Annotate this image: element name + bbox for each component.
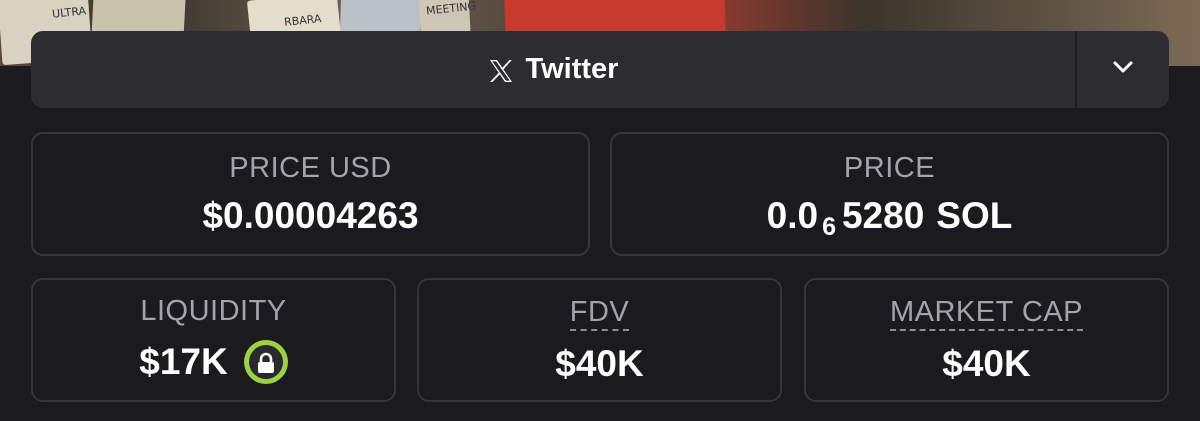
- price-usd-label: PRICE USD: [229, 152, 392, 184]
- market-cap-value: $40K: [942, 343, 1031, 384]
- price-sol-label: PRICE: [843, 152, 936, 184]
- price-sol-value: 0.0 6 5280 SOL: [766, 195, 1013, 240]
- price-sol-card: PRICE 0.0 6 5280 SOL: [610, 132, 1169, 256]
- liquidity-card: LIQUIDITY $17K: [31, 278, 396, 402]
- twitter-label: Twitter: [525, 53, 619, 85]
- price-usd-value: $0.00004263: [202, 195, 419, 236]
- twitter-link-button[interactable]: Twitter: [31, 31, 1075, 108]
- price-usd-card: PRICE USD $0.00004263: [31, 132, 590, 256]
- dropdown-toggle-button[interactable]: [1075, 31, 1169, 108]
- social-links-dropdown[interactable]: Twitter: [31, 31, 1169, 108]
- price-sol-zero-count: 6: [822, 213, 836, 241]
- x-logo-icon: [488, 58, 514, 82]
- market-cap-label[interactable]: MARKET CAP: [889, 298, 1083, 331]
- fdv-label[interactable]: FDV: [569, 298, 630, 331]
- liquidity-lock-badge[interactable]: [243, 339, 288, 384]
- fdv-card: FDV $40K: [417, 278, 782, 402]
- price-sol-digits: 5280: [841, 195, 925, 236]
- liquidity-value: $17K: [139, 341, 228, 382]
- price-sol-prefix: 0.0: [766, 195, 819, 236]
- fdv-value: $40K: [555, 343, 644, 384]
- chevron-down-icon: [1112, 60, 1134, 79]
- price-sol-unit: SOL: [936, 195, 1013, 236]
- lock-icon: [256, 343, 276, 380]
- liquidity-value-row: $17K: [139, 339, 288, 384]
- market-cap-card: MARKET CAP $40K: [804, 278, 1169, 402]
- liquidity-label: LIQUIDITY: [140, 294, 287, 327]
